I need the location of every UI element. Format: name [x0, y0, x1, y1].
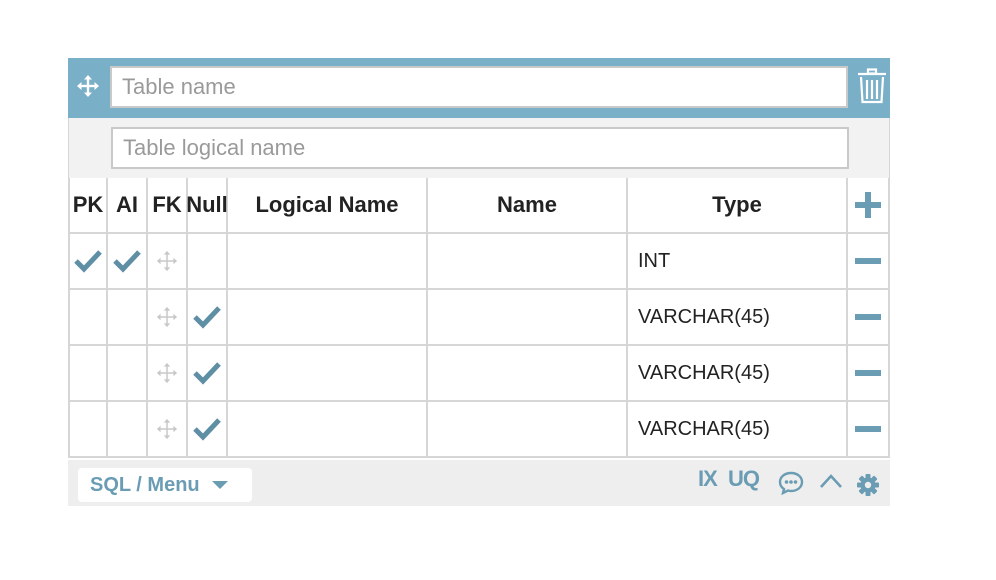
pk-checkbox[interactable] [68, 290, 108, 346]
logical-name-row [68, 118, 890, 178]
column-header-label: AI [116, 192, 138, 217]
move-arrows-icon [156, 250, 178, 272]
null-checkbox[interactable] [188, 346, 228, 402]
checkmark-icon [193, 306, 221, 329]
table-name-input[interactable] [110, 66, 848, 108]
type-cell[interactable]: INT [628, 234, 848, 290]
comment-bubble-icon[interactable] [778, 471, 804, 495]
name-cell[interactable] [428, 290, 628, 346]
type-value: VARCHAR(45) [638, 361, 770, 384]
logical-name-cell[interactable] [228, 346, 428, 402]
null-checkbox[interactable] [188, 402, 228, 458]
move-arrows-icon [156, 306, 178, 328]
ai-checkbox[interactable] [108, 402, 148, 458]
logical-name-cell[interactable] [228, 290, 428, 346]
type-cell[interactable]: VARCHAR(45) [628, 290, 848, 346]
column-header-name: Name [428, 178, 628, 234]
sql-menu-label: SQL / Menu [90, 473, 200, 496]
fk-drag-handle[interactable] [148, 402, 188, 458]
name-cell[interactable] [428, 234, 628, 290]
fk-drag-handle[interactable] [148, 234, 188, 290]
checkmark-icon [113, 250, 141, 273]
column-header-label: Type [712, 192, 762, 217]
move-arrows-icon [156, 418, 178, 440]
checkmark-icon [193, 418, 221, 441]
columns-grid: PK AI FK Null Logical Name Name Type INT VARCHAR… [68, 178, 890, 460]
table-logical-name-input[interactable] [111, 127, 849, 169]
table-footer: SQL / Menu IX UQ [68, 460, 890, 506]
column-header-label: PK [72, 192, 104, 217]
remove-column-cell [848, 234, 890, 290]
type-value: VARCHAR(45) [638, 417, 770, 440]
logical-name-cell[interactable] [228, 402, 428, 458]
sql-menu-button[interactable]: SQL / Menu [78, 468, 252, 502]
column-header-ai: AI [108, 178, 148, 234]
pk-checkbox[interactable] [68, 346, 108, 402]
index-button[interactable]: IX [698, 466, 718, 492]
column-header-pk: PK [68, 178, 108, 234]
column-header-label: Name [497, 192, 557, 217]
checkmark-icon [193, 362, 221, 385]
name-cell[interactable] [428, 346, 628, 402]
type-cell[interactable]: VARCHAR(45) [628, 346, 848, 402]
minus-icon[interactable] [855, 257, 881, 265]
table-editor-panel: PK AI FKNull Logical Name Name Type INT VARCHAR… [68, 58, 890, 506]
ai-checkbox[interactable] [108, 346, 148, 402]
type-cell[interactable]: VARCHAR(45) [628, 402, 848, 458]
checkmark-icon [74, 250, 102, 273]
move-arrows-icon [156, 362, 178, 384]
column-header-fk: FK [148, 178, 188, 234]
minus-icon[interactable] [855, 369, 881, 377]
logical-name-cell[interactable] [228, 234, 428, 290]
fk-drag-handle[interactable] [148, 346, 188, 402]
name-cell[interactable] [428, 402, 628, 458]
fk-drag-handle[interactable] [148, 290, 188, 346]
column-header-label: FK [152, 192, 182, 217]
pk-checkbox[interactable] [68, 402, 108, 458]
pk-checkbox[interactable] [68, 234, 108, 290]
add-column-cell [848, 178, 890, 234]
minus-icon[interactable] [855, 425, 881, 433]
remove-column-cell [848, 290, 890, 346]
column-header-label: Logical Name [255, 192, 399, 217]
column-header-null: Null [186, 178, 228, 234]
plus-icon[interactable] [854, 191, 882, 219]
gear-icon[interactable] [856, 473, 880, 497]
trash-icon[interactable] [857, 68, 887, 104]
move-arrows-icon[interactable] [76, 74, 100, 98]
remove-column-cell [848, 346, 890, 402]
table-title-bar [68, 58, 890, 118]
remove-column-cell [848, 402, 890, 458]
unique-button[interactable]: UQ [728, 466, 760, 492]
type-value: INT [638, 249, 671, 272]
ai-checkbox[interactable] [108, 234, 148, 290]
type-value: VARCHAR(45) [638, 305, 770, 328]
column-header-label: Null [186, 192, 228, 217]
caret-down-icon [211, 481, 228, 489]
chevron-up-icon[interactable] [819, 473, 843, 489]
null-checkbox[interactable] [188, 234, 228, 290]
column-header-type: Type [628, 178, 848, 234]
ai-checkbox[interactable] [108, 290, 148, 346]
null-checkbox[interactable] [188, 290, 228, 346]
minus-icon[interactable] [855, 313, 881, 321]
column-header-logical-name: Logical Name [228, 178, 428, 234]
